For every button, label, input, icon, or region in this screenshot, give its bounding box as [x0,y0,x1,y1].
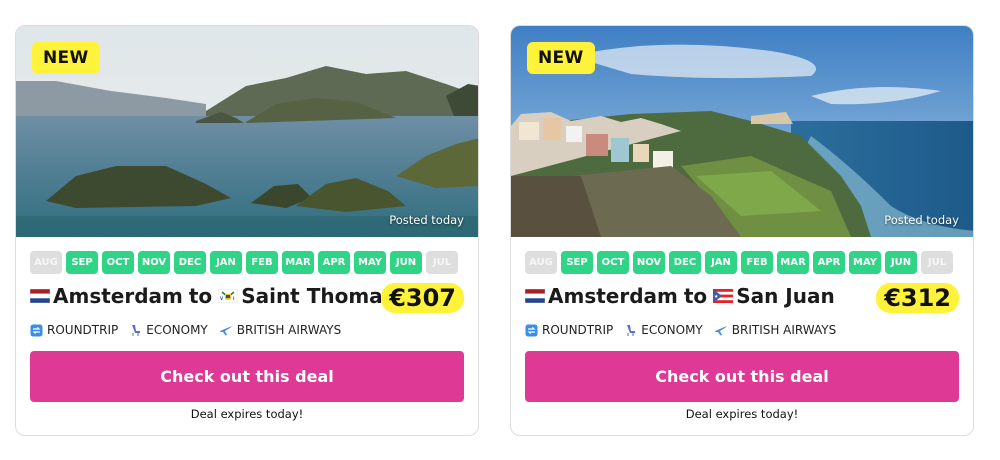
month-jun: JUN [390,251,422,274]
origin-city: Amsterdam [548,284,678,308]
deal-expiry: Deal expires today! [190,407,304,421]
month-apr: APR [813,251,845,274]
seat-icon [129,324,142,337]
month-feb: FEB [246,251,278,274]
destination-photo[interactable]: NEW Posted today [16,26,478,237]
netherlands-flag-icon [30,289,50,303]
trip-type: ROUNDTRIP [30,323,118,337]
route-to: to [188,284,213,308]
month-aug: AUG [525,251,557,274]
airline-label: BRITISH AIRWAYS [731,323,837,337]
deal-details: ROUNDTRIP ECONOMY BRITISH AIRWAYS [30,323,352,337]
deal-price: €312 [876,283,959,313]
month-jan: JAN [210,251,242,274]
check-deal-button[interactable]: Check out this deal [30,351,464,402]
month-oct: OCT [597,251,629,274]
cabin-class: ECONOMY [129,323,208,337]
month-aug: AUG [30,251,62,274]
month-sep: SEP [66,251,98,274]
airplane-icon [219,324,233,337]
us-virgin-islands-flag-icon: VI [218,289,239,303]
month-may: MAY [849,251,881,274]
airplane-icon [714,324,728,337]
airline-label: BRITISH AIRWAYS [236,323,342,337]
netherlands-flag-icon [525,289,545,303]
month-feb: FEB [741,251,773,274]
trip-type: ROUNDTRIP [525,323,613,337]
month-jul: JUL [921,251,953,274]
deal-card[interactable]: NEW Posted today AUG SEP OCT NOV DEC JAN… [510,25,974,436]
roundtrip-icon [525,324,538,337]
month-jun: JUN [885,251,917,274]
month-mar: MAR [282,251,314,274]
month-jul: JUL [426,251,458,274]
month-dec: DEC [669,251,701,274]
destination-city: San Juan [736,284,835,308]
posted-date: Posted today [389,213,464,227]
month-mar: MAR [777,251,809,274]
puerto-rico-flag-icon [713,289,734,303]
destination-city: Saint Thomas [241,284,395,308]
deal-details: ROUNDTRIP ECONOMY BRITISH AIRWAYS [525,323,847,337]
month-oct: OCT [102,251,134,274]
deal-card[interactable]: NEW Posted today AUG SEP OCT NOV DEC JAN… [15,25,479,436]
airline: BRITISH AIRWAYS [714,323,836,337]
month-may: MAY [354,251,386,274]
cabin-class-label: ECONOMY [146,323,208,337]
month-nov: NOV [138,251,170,274]
cabin-class: ECONOMY [624,323,703,337]
deal-expiry: Deal expires today! [685,407,799,421]
seat-icon [624,324,637,337]
trip-type-label: ROUNDTRIP [542,323,614,337]
month-dec: DEC [174,251,206,274]
destination-photo[interactable]: NEW Posted today [511,26,973,237]
new-badge: NEW [527,42,595,74]
month-jan: JAN [705,251,737,274]
route-title: Amsterdam to San Juan [525,284,835,308]
posted-date: Posted today [884,213,959,227]
check-deal-button[interactable]: Check out this deal [525,351,959,402]
route-to: to [683,284,708,308]
airline: BRITISH AIRWAYS [219,323,341,337]
travel-months: AUG SEP OCT NOV DEC JAN FEB MAR APR MAY … [30,251,462,274]
month-apr: APR [318,251,350,274]
roundtrip-icon [30,324,43,337]
new-badge: NEW [32,42,100,74]
trip-type-label: ROUNDTRIP [47,323,119,337]
month-nov: NOV [633,251,665,274]
travel-months: AUG SEP OCT NOV DEC JAN FEB MAR APR MAY … [525,251,957,274]
month-sep: SEP [561,251,593,274]
origin-city: Amsterdam [53,284,183,308]
deal-price: €307 [381,283,464,313]
route-title: Amsterdam to VI Saint Thomas [30,284,395,308]
cabin-class-label: ECONOMY [641,323,703,337]
